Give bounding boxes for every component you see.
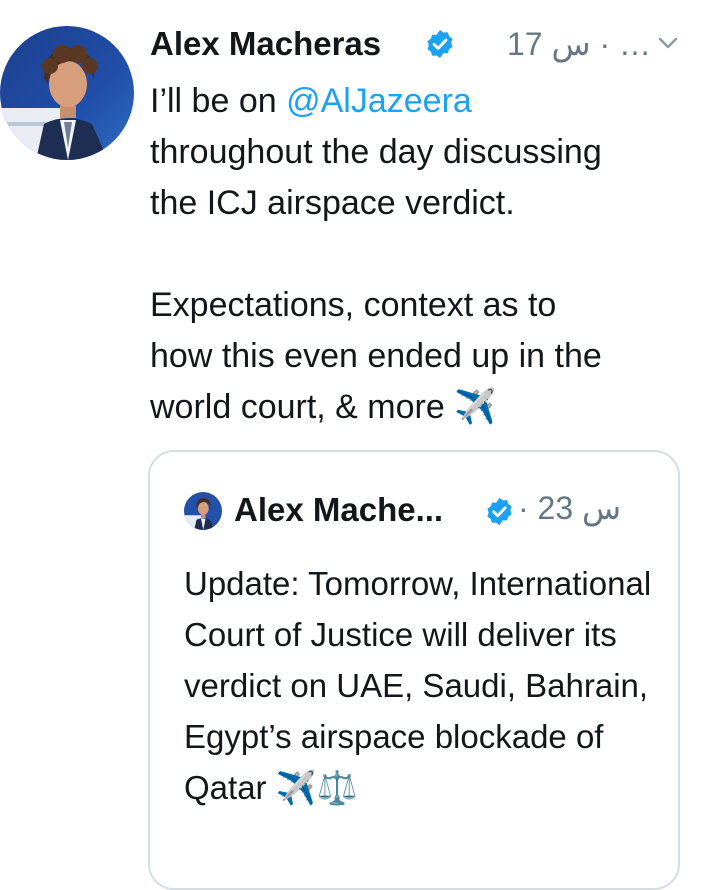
author-avatar[interactable] — [0, 26, 134, 160]
quoted-tweet-meta: · 23 س — [518, 490, 622, 526]
chevron-down-icon[interactable] — [658, 36, 678, 50]
tweet-text-body: throughout the day discussing the ICJ ai… — [150, 133, 602, 426]
quoted-tweet-card[interactable]: Alex Mache... · 23 س Update: Tomorrow, I… — [148, 450, 680, 890]
tweet-header: Alex Macheras 17 س · … — [150, 22, 695, 68]
author-name[interactable]: Alex Macheras — [150, 24, 381, 64]
quoted-tweet-text: Update: Tomorrow, International Court of… — [184, 565, 652, 806]
tweet-meta[interactable]: 17 س · … — [507, 22, 651, 66]
tweet-text: I’ll be on @AlJazeera throughout the day… — [150, 76, 695, 433]
tweet-text-prefix: I’ll be on — [150, 82, 287, 120]
verified-badge-icon — [484, 496, 515, 527]
verified-badge-icon — [424, 28, 456, 60]
quoted-author-avatar — [184, 492, 222, 530]
mention-link[interactable]: @AlJazeera — [286, 82, 472, 120]
quoted-author-name: Alex Mache... — [234, 491, 444, 528]
